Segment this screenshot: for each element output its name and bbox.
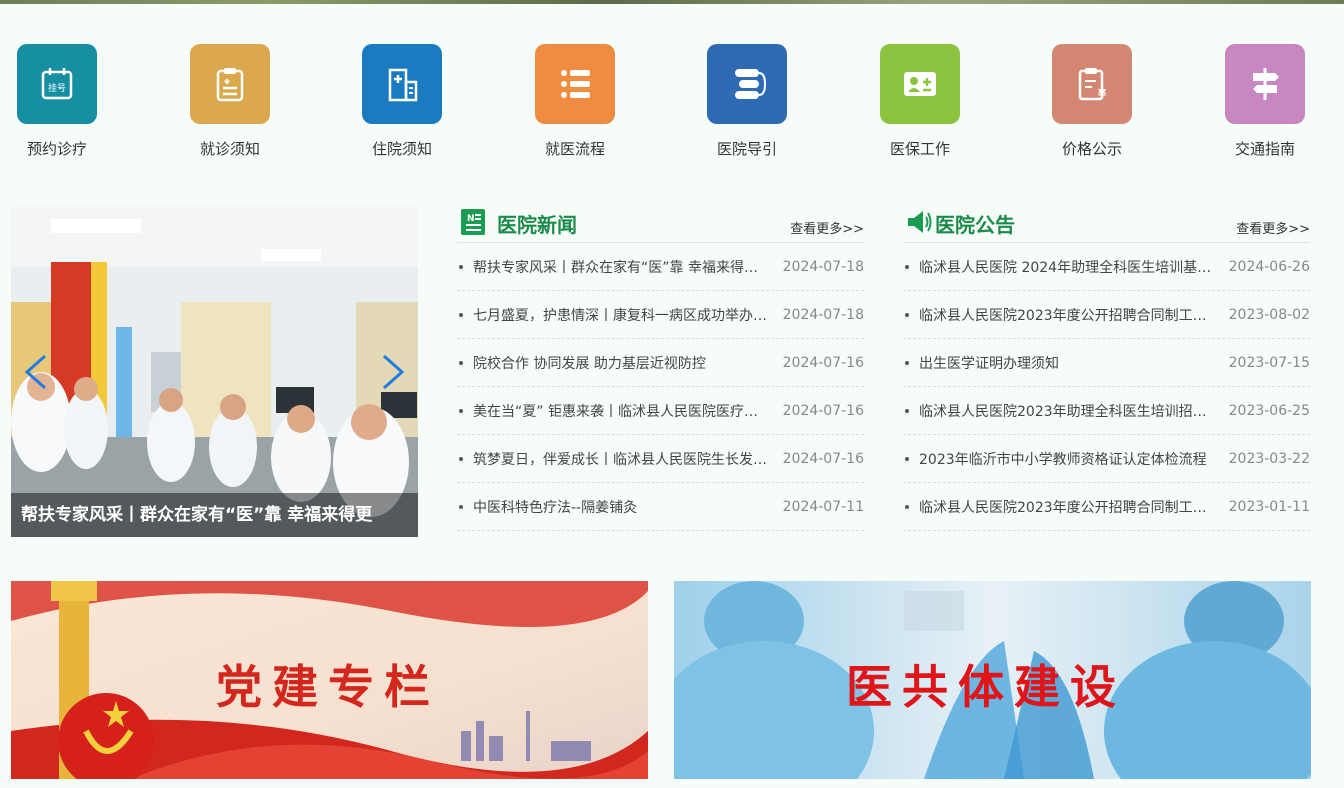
news-item[interactable]: 筑梦夏日，伴爱成长丨临沭县人民医院生长发育门诊 2024-07-16 xyxy=(457,435,864,483)
slide-photo xyxy=(11,207,418,537)
news-item[interactable]: 院校合作 协同发展 助力基层近视防控 2024-07-16 xyxy=(457,339,864,387)
notice-item[interactable]: 2023年临沂市中小学教师资格证认定体检流程 2023-03-22 xyxy=(903,435,1310,483)
quick-link-process[interactable]: 就医流程 xyxy=(515,44,635,159)
news-item[interactable]: 七月盛夏，护患情深丨康复科一病区成功举办暑期健康讲座2024-07-18 xyxy=(457,291,864,339)
quick-link-label: 住院须知 xyxy=(371,140,432,158)
news-slider[interactable]: 帮扶专家风采丨群众在家有“医”靠 幸福来得更 xyxy=(11,207,418,537)
news-title: 医院新闻 xyxy=(497,213,577,237)
slide-caption[interactable]: 帮扶专家风采丨群众在家有“医”靠 幸福来得更 xyxy=(11,493,418,537)
slider-next-arrow-icon[interactable] xyxy=(378,352,408,392)
quick-link-label: 价格公示 xyxy=(1061,140,1122,158)
quick-link-notice[interactable]: 就诊须知 xyxy=(170,44,290,159)
quick-links: 挂号 预约诊疗 就诊须知 住院须知 就医流程 医院导引 医保工作 ¥ 价格公示 … xyxy=(0,44,1344,164)
header-photo-strip xyxy=(0,0,1344,4)
route-guide-icon xyxy=(707,44,787,124)
megaphone-icon xyxy=(908,211,932,233)
news-more-link[interactable]: 查看更多>> xyxy=(790,218,864,237)
notice-item[interactable]: 出生医学证明办理须知 2023-07-15 xyxy=(903,339,1310,387)
news-header: N 医院新闻 查看更多>> xyxy=(457,207,864,243)
quick-link-label: 就诊须知 xyxy=(199,140,260,158)
slider-prev-arrow-icon[interactable] xyxy=(21,352,51,392)
news-icon: N xyxy=(461,209,485,235)
notice-header: 医院公告 查看更多>> xyxy=(903,207,1310,243)
notice-item[interactable]: 临沭县人民医院 2024年助理全科医生培训基地招生简章2024-06-26 xyxy=(903,243,1310,291)
notice-item[interactable]: 临沭县人民医院2023年助理全科医生培训招生简章 2023-06-25 xyxy=(903,387,1310,435)
hospital-building-icon xyxy=(362,44,442,124)
medical-card-icon xyxy=(880,44,960,124)
news-item[interactable]: 帮扶专家风采丨群众在家有“医”靠 幸福来得更近了 2024-07-18 xyxy=(457,243,864,291)
alliance-banner-title: 医共体建设 xyxy=(846,660,1126,714)
notice-title: 医院公告 xyxy=(935,213,1015,237)
medical-alliance-banner[interactable]: 医共体建设 xyxy=(674,581,1311,779)
news-item[interactable]: 美在当“夏” 钜惠来袭丨临沭县人民医院医疗美容科活动2024-07-16 xyxy=(457,387,864,435)
notice-more-link[interactable]: 查看更多>> xyxy=(1236,218,1310,237)
quick-link-label: 医院导引 xyxy=(716,140,777,158)
svg-text:挂号: 挂号 xyxy=(48,82,66,94)
quick-link-price[interactable]: ¥ 价格公示 xyxy=(1032,44,1152,159)
svg-text:¥: ¥ xyxy=(1098,87,1107,101)
quick-link-appointment[interactable]: 挂号 预约诊疗 xyxy=(0,44,117,159)
news-item[interactable]: 中医科特色疗法--隔姜铺灸 2024-07-11 xyxy=(457,483,864,531)
quick-link-inpatient[interactable]: 住院须知 xyxy=(342,44,462,159)
signpost-icon xyxy=(1225,44,1305,124)
notice-item[interactable]: 临沭县人民医院2023年度公开招聘合同制工作人员公告2023-01-11 xyxy=(903,483,1310,531)
quick-link-guide[interactable]: 医院导引 xyxy=(687,44,807,159)
register-calendar-icon: 挂号 xyxy=(17,44,97,124)
notice-item[interactable]: 临沭县人民医院2023年度公开招聘合同制工作人员公告2023-08-02 xyxy=(903,291,1310,339)
party-building-banner[interactable]: 党建专栏 xyxy=(11,581,648,779)
price-doc-icon: ¥ xyxy=(1052,44,1132,124)
quick-link-traffic[interactable]: 交通指南 xyxy=(1205,44,1325,159)
clipboard-icon xyxy=(190,44,270,124)
svg-text:N: N xyxy=(467,214,475,224)
quick-link-label: 预约诊疗 xyxy=(26,140,87,158)
hospital-news-panel: N 医院新闻 查看更多>> 帮扶专家风采丨群众在家有“医”靠 幸福来得更近了 20… xyxy=(457,207,864,531)
party-banner-title: 党建专栏 xyxy=(216,660,440,714)
quick-link-label: 交通指南 xyxy=(1234,140,1295,158)
quick-link-label: 就医流程 xyxy=(544,140,605,158)
quick-link-label: 医保工作 xyxy=(889,140,950,158)
hospital-notice-panel: 医院公告 查看更多>> 临沭县人民医院 2024年助理全科医生培训基地招生简章2… xyxy=(903,207,1310,531)
quick-link-insurance[interactable]: 医保工作 xyxy=(860,44,980,159)
list-flow-icon xyxy=(535,44,615,124)
